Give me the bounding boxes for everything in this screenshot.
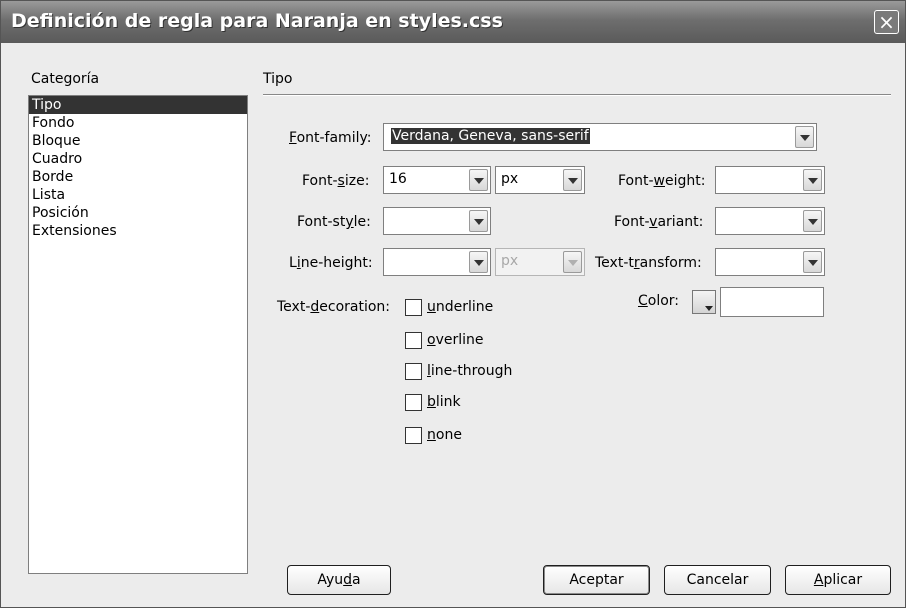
font-weight-select[interactable] (715, 166, 825, 194)
help-button[interactable]: Ayuda (287, 565, 391, 595)
line-height-label: Line-height: (289, 255, 373, 271)
cancel-button[interactable]: Cancelar (664, 565, 771, 595)
rule-definition-dialog: Definición de regla para Naranja en styl… (0, 0, 906, 608)
chevron-down-icon[interactable] (803, 169, 822, 191)
chevron-down-icon[interactable] (469, 210, 488, 232)
category-item-tipo[interactable]: Tipo (29, 96, 247, 114)
line-through-label[interactable]: line-through (427, 363, 512, 379)
line-height-select[interactable] (383, 248, 491, 276)
font-weight-label: Font-weight: (618, 173, 706, 189)
text-transform-select[interactable] (715, 248, 825, 276)
blink-checkbox[interactable] (405, 394, 422, 411)
section-divider (263, 94, 891, 96)
font-family-select[interactable]: Verdana, Geneva, sans-serif (383, 123, 817, 151)
font-family-value: Verdana, Geneva, sans-serif (391, 128, 590, 144)
category-item-bloque[interactable]: Bloque (29, 132, 247, 150)
color-label: Color: (638, 293, 680, 309)
ok-button[interactable]: Aceptar (543, 565, 650, 595)
category-item-fondo[interactable]: Fondo (29, 114, 247, 132)
category-list[interactable]: Tipo Fondo Bloque Cuadro Borde Lista Pos… (28, 95, 248, 574)
font-size-label: Font-size: (302, 173, 370, 189)
color-input[interactable] (720, 287, 824, 317)
category-item-cuadro[interactable]: Cuadro (29, 150, 247, 168)
chevron-down-icon (563, 251, 582, 273)
overline-checkbox[interactable] (405, 332, 422, 349)
chevron-down-icon[interactable] (803, 210, 822, 232)
text-transform-label: Text-transform: (595, 255, 702, 271)
none-label[interactable]: none (427, 427, 462, 443)
chevron-down-icon[interactable] (563, 169, 582, 191)
apply-button[interactable]: Aplicar (785, 565, 891, 595)
underline-checkbox[interactable] (405, 299, 422, 316)
category-heading: Categoría (31, 71, 100, 87)
font-size-select[interactable]: 16 (383, 166, 491, 194)
overline-label[interactable]: overline (427, 332, 484, 348)
font-size-unit-select[interactable]: px (495, 166, 585, 194)
underline-label[interactable]: underline (427, 299, 493, 315)
font-style-label: Font-style: (297, 214, 371, 230)
none-checkbox[interactable] (405, 427, 422, 444)
category-item-posicion[interactable]: Posición (29, 204, 247, 222)
color-picker-button[interactable] (692, 290, 716, 314)
line-height-unit-value: px (501, 253, 519, 269)
font-family-label: Font-family: (289, 130, 372, 146)
font-size-value: 16 (389, 171, 407, 187)
chevron-down-icon[interactable] (469, 251, 488, 273)
line-height-unit-select: px (495, 248, 585, 276)
dialog-title: Definición de regla para Naranja en styl… (11, 10, 503, 32)
chevron-down-icon[interactable] (469, 169, 488, 191)
close-icon[interactable]: × (874, 10, 899, 34)
category-item-lista[interactable]: Lista (29, 186, 247, 204)
font-style-select[interactable] (383, 207, 491, 235)
chevron-down-icon[interactable] (795, 126, 814, 148)
text-decoration-label: Text-decoration: (277, 299, 391, 315)
chevron-down-icon[interactable] (803, 251, 822, 273)
font-variant-label: Font-variant: (614, 214, 704, 230)
blink-label[interactable]: blink (427, 394, 461, 410)
line-through-checkbox[interactable] (405, 363, 422, 380)
font-variant-select[interactable] (715, 207, 825, 235)
title-bar[interactable]: Definición de regla para Naranja en styl… (1, 1, 905, 43)
category-item-extensiones[interactable]: Extensiones (29, 222, 247, 240)
category-item-borde[interactable]: Borde (29, 168, 247, 186)
section-title: Tipo (263, 71, 293, 87)
font-size-unit-value: px (501, 171, 519, 187)
